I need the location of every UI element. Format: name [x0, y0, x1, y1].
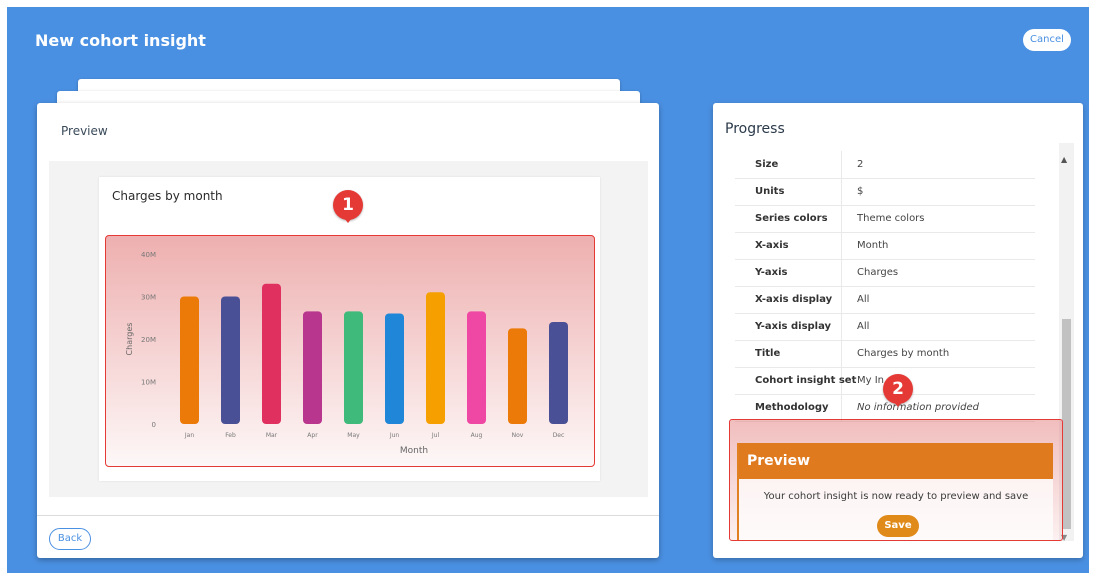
- bar-mar[interactable]: [262, 283, 281, 424]
- x-tick-label: Jan: [184, 432, 194, 439]
- progress-row-label: Y-axis: [755, 267, 788, 278]
- annotation-badge-2-pointer: [894, 402, 902, 407]
- y-tick-label: 30M: [141, 294, 156, 302]
- page-title: New cohort insight: [35, 31, 206, 50]
- progress-row-divider: [841, 259, 842, 286]
- x-tick-label: Dec: [553, 432, 565, 439]
- progress-row-label: Methodology: [755, 402, 829, 413]
- annotation-badge-2: 2: [883, 374, 913, 404]
- progress-row-divider: [841, 286, 842, 313]
- x-tick-label: Apr: [307, 432, 318, 439]
- bar-aug[interactable]: [467, 311, 486, 424]
- progress-row-label: Cohort insight set: [755, 375, 857, 386]
- save-button[interactable]: Save: [877, 515, 919, 537]
- progress-card: Progress Size 2 Units $ Series colors Theme c…: [713, 103, 1083, 558]
- progress-row: Methodology No information provided: [735, 394, 1035, 422]
- x-tick-label: Nov: [512, 432, 524, 439]
- progress-row-value: All: [857, 294, 870, 305]
- bar-jan[interactable]: [180, 296, 199, 425]
- preview-step-message: Your cohort insight is now ready to prev…: [763, 491, 1029, 502]
- bar-dec[interactable]: [549, 322, 568, 424]
- y-tick-label: 10M: [141, 379, 156, 387]
- preview-step-box: Preview Your cohort insight is now ready…: [737, 443, 1053, 540]
- chart-preview-area: Charges by month 0 10M 20M 30M 40M Charges Jan…: [49, 161, 648, 497]
- preview-heading: Preview: [61, 124, 108, 138]
- preview-card: Preview Charges by month 0 10M 20M 30M 40M Ch…: [37, 103, 659, 558]
- progress-row-divider: [841, 151, 842, 178]
- progress-row: Series colors Theme colors: [735, 205, 1035, 233]
- progress-row: Units $: [735, 178, 1035, 206]
- progress-row-label: Y-axis display: [755, 321, 832, 332]
- x-tick-label: May: [347, 432, 360, 439]
- progress-row-label: X-axis: [755, 240, 789, 251]
- progress-row: Title Charges by month: [735, 340, 1035, 368]
- progress-row: Size 2: [735, 151, 1035, 179]
- progress-row-divider: [841, 313, 842, 340]
- bar-jul[interactable]: [426, 292, 445, 424]
- y-tick-label: 20M: [141, 336, 156, 344]
- progress-row-value: 2: [857, 159, 864, 170]
- progress-row-divider: [841, 232, 842, 259]
- x-tick-label: Jun: [389, 432, 400, 439]
- progress-row-divider: [841, 394, 842, 421]
- x-tick-label: Aug: [471, 432, 483, 439]
- progress-row-label: X-axis display: [755, 294, 833, 305]
- progress-row: X-axis display All: [735, 286, 1035, 314]
- progress-row-value: All: [857, 321, 870, 332]
- x-tick-label: Feb: [225, 432, 236, 439]
- x-axis-label: Month: [400, 446, 428, 456]
- cancel-button[interactable]: Cancel: [1023, 29, 1071, 51]
- y-tick-label: 0: [152, 421, 156, 429]
- bar-may[interactable]: [344, 311, 363, 424]
- chart-card: Charges by month 0 10M 20M 30M 40M Charges Jan…: [99, 177, 600, 481]
- footer-divider: [37, 515, 659, 516]
- progress-title: Progress: [725, 121, 785, 137]
- progress-row-value: Theme colors: [857, 213, 925, 224]
- bar-feb[interactable]: [221, 296, 240, 425]
- progress-row-value: My In: [857, 375, 885, 386]
- progress-row: Y-axis display All: [735, 313, 1035, 341]
- progress-row: X-axis Month: [735, 232, 1035, 260]
- progress-row-divider: [841, 340, 842, 367]
- progress-row-value: No information provided: [857, 402, 979, 413]
- y-tick-label: 40M: [141, 251, 156, 259]
- scroll-up-arrow-icon[interactable]: ▲: [1061, 155, 1067, 164]
- progress-row-value: Charges by month: [857, 348, 950, 359]
- bar-nov[interactable]: [508, 328, 527, 424]
- back-button[interactable]: Back: [49, 528, 91, 550]
- x-tick-label: Jul: [431, 432, 440, 439]
- progress-row-value: Charges: [857, 267, 899, 278]
- bar-jun[interactable]: [385, 313, 404, 425]
- preview-step-heading: Preview: [739, 443, 1053, 479]
- progress-row-divider: [841, 178, 842, 205]
- app-frame: New cohort insight Cancel Preview Charge…: [7, 7, 1089, 573]
- progress-row-label: Size: [755, 159, 779, 170]
- x-tick-label: Mar: [266, 432, 278, 439]
- progress-row-divider: [841, 205, 842, 232]
- progress-row: Y-axis Charges: [735, 259, 1035, 287]
- annotation-badge-1: 1: [333, 190, 363, 220]
- progress-row-value: Month: [857, 240, 889, 251]
- y-axis-label: Charges: [125, 323, 134, 356]
- progress-row-label: Series colors: [755, 213, 828, 224]
- progress-row-value: $: [857, 186, 864, 197]
- progress-row-label: Units: [755, 186, 785, 197]
- scrollbar-thumb[interactable]: [1062, 319, 1071, 529]
- bar-apr[interactable]: [303, 311, 322, 424]
- annotation-badge-1-pointer: [344, 218, 352, 223]
- progress-row-label: Title: [755, 348, 781, 359]
